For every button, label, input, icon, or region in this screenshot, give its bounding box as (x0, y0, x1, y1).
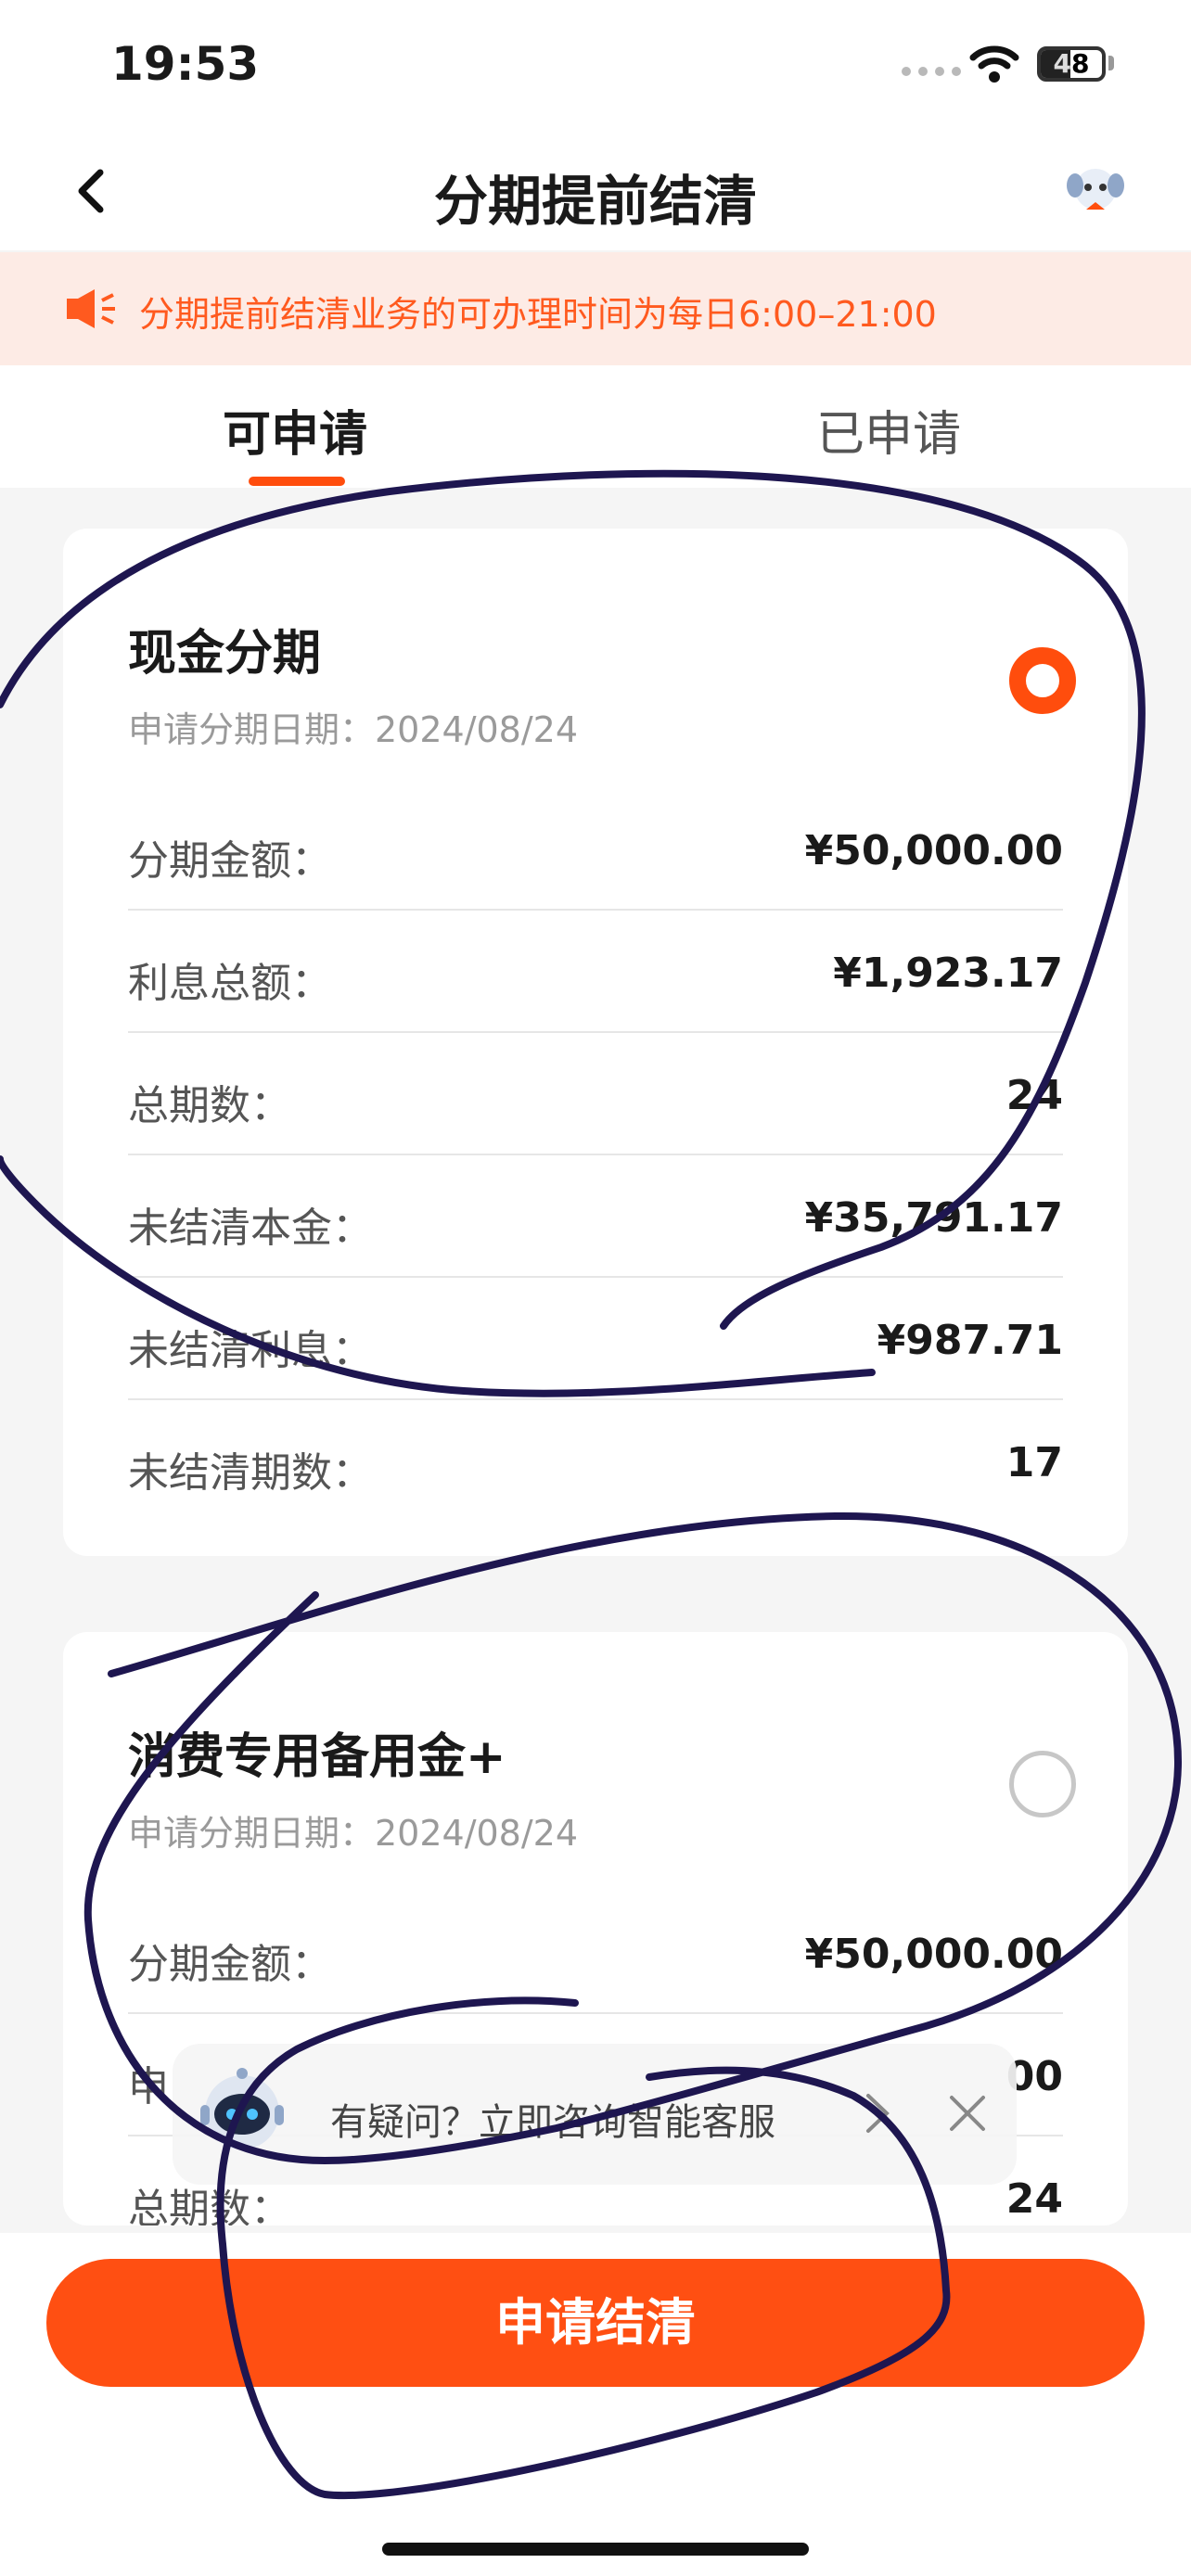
detail-row: 分期金额： ¥50,000.00 (128, 1892, 1063, 2014)
battery-level: 48 (1053, 48, 1090, 79)
tab-applied[interactable]: 已申请 (816, 395, 961, 465)
detail-row: 未结清本金： ¥35,791.17 (128, 1155, 1063, 1278)
card-apply-date: 申请分期日期：2024/08/24 (128, 1813, 579, 1854)
battery-icon: 48 (1037, 46, 1106, 82)
tab-active-indicator (249, 477, 345, 486)
cellular-signal-icon (902, 67, 961, 76)
card-title: 现金分期 (128, 626, 322, 682)
chevron-right-icon[interactable] (859, 2090, 896, 2136)
status-time: 19:53 (111, 37, 260, 91)
close-icon[interactable] (944, 2090, 991, 2136)
detail-label: 总期数： (128, 1082, 291, 1129)
apply-settle-button[interactable]: 申请结清 (46, 2259, 1145, 2387)
detail-label: 未结清利息： (128, 1327, 373, 1374)
assistant-text: 有疑问？立即咨询智能客服 (330, 2101, 775, 2144)
detail-label: 申 (128, 2063, 169, 2111)
home-indicator (382, 2543, 809, 2556)
battery-cap (1108, 56, 1114, 70)
nav-bar: 分期提前结清 (0, 139, 1191, 250)
wifi-icon (969, 45, 1019, 83)
card-detail-list: 分期金额： ¥50,000.00 利息总额： ¥1,923.17 总期数： 24 未结… (128, 788, 1063, 1521)
tab-bar: 可申请 已申请 (0, 365, 1191, 488)
detail-value: ¥35,791.17 (804, 1194, 1063, 1242)
detail-value: ¥987.71 (877, 1317, 1063, 1364)
detail-value: ¥50,000.00 (804, 827, 1063, 874)
detail-row: 总期数： 24 (128, 1033, 1063, 1155)
notice-text: 分期提前结清业务的可办理时间为每日6:00–21:00 (139, 294, 937, 335)
bottom-action-bar: 申请结清 (0, 2233, 1191, 2576)
radio-unselected-icon[interactable] (1009, 1751, 1076, 1817)
detail-value: ¥50,000.00 (804, 1931, 1063, 1978)
detail-label: 未结清期数： (128, 1449, 373, 1497)
detail-value: 24 (1005, 1072, 1063, 1119)
detail-value: ¥1,923.17 (833, 950, 1063, 997)
card-apply-date: 申请分期日期：2024/08/24 (128, 709, 579, 750)
detail-label: 利息总额： (128, 960, 332, 1007)
card-title: 消费专用备用金+ (128, 1729, 506, 1785)
detail-row: 利息总额： ¥1,923.17 (128, 911, 1063, 1033)
detail-value: 17 (1005, 1439, 1063, 1486)
status-bar: 19:53 48 (0, 0, 1191, 139)
detail-label: 分期金额： (128, 1941, 332, 1988)
detail-label: 分期金额： (128, 837, 332, 885)
detail-row: 未结清期数： 17 (128, 1400, 1063, 1521)
detail-row: 未结清利息： ¥987.71 (128, 1278, 1063, 1400)
speaker-icon (67, 289, 115, 328)
detail-row: 分期金额： ¥50,000.00 (128, 788, 1063, 911)
customer-service-avatar-icon[interactable] (1062, 158, 1129, 224)
notice-banner: 分期提前结清业务的可办理时间为每日6:00–21:00 (0, 252, 1191, 365)
detail-label: 未结清本金： (128, 1205, 373, 1252)
installment-card-cash[interactable]: 现金分期 申请分期日期：2024/08/24 分期金额： ¥50,000.00 利… (63, 529, 1128, 1556)
tab-applicable[interactable]: 可申请 (223, 395, 367, 465)
detail-value: 24 (1005, 2175, 1063, 2223)
smart-assistant-banner[interactable]: 有疑问？立即咨询智能客服 (173, 2044, 1017, 2185)
robot-assistant-icon (200, 2068, 284, 2149)
radio-selected-icon[interactable] (1009, 647, 1076, 714)
page-title: 分期提前结清 (433, 170, 757, 233)
